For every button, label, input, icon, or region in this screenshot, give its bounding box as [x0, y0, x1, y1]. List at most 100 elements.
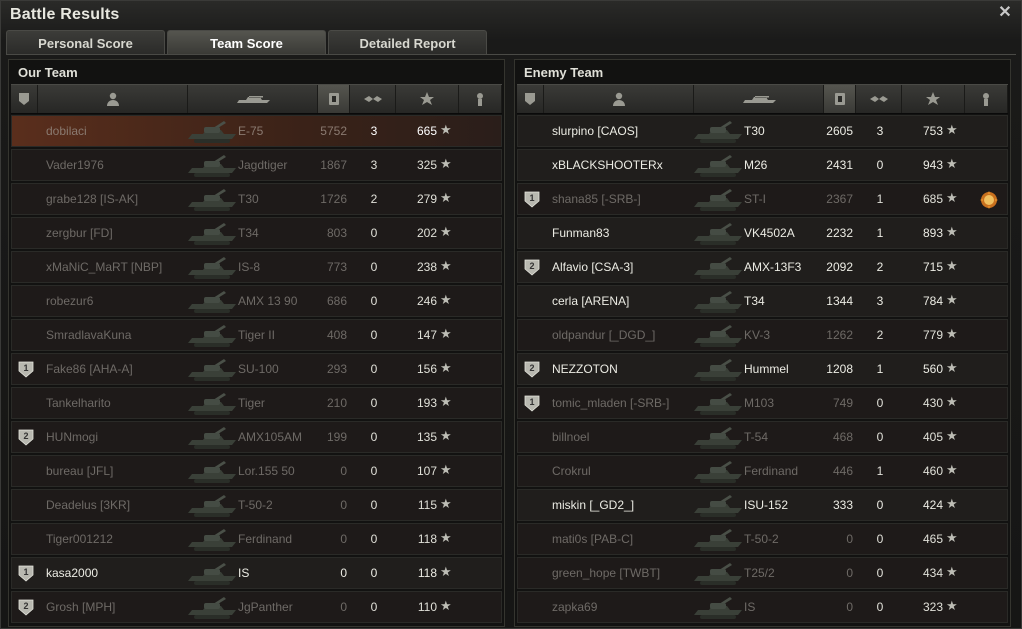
damage-value: 2367: [826, 192, 853, 206]
player-row[interactable]: Tankelharito Tiger 210 0 193 ★: [11, 387, 502, 419]
player-row[interactable]: 1 tomic_mladen [-SRB-] M103 749 0 430 ★: [517, 387, 1008, 419]
kills-value: 0: [370, 328, 378, 342]
badge-column-icon[interactable]: [517, 85, 544, 113]
player-row[interactable]: xMaNiC_MaRT [NBP] IS-8 773 0 238 ★: [11, 251, 502, 283]
tank-name: VK4502A: [744, 226, 795, 240]
medal-column-icon[interactable]: [965, 85, 1008, 113]
kills-value: 0: [876, 532, 884, 546]
player-row[interactable]: cerla [ARENA] T34 1344 3 784 ★: [517, 285, 1008, 317]
kills-value: 0: [370, 600, 378, 614]
star-icon: ★: [440, 326, 452, 341]
kills-value: 0: [876, 600, 884, 614]
player-row[interactable]: robezur6 AMX 13 90 686 0 246 ★: [11, 285, 502, 317]
damage-sort-icon[interactable]: [824, 85, 856, 113]
player-row[interactable]: Crokrul Ferdinand 446 1 460 ★: [517, 455, 1008, 487]
xp-column-icon[interactable]: [902, 85, 965, 113]
tank-name: E-75: [238, 124, 264, 138]
player-row[interactable]: zergbur [FD] T34 803 0 202 ★: [11, 217, 502, 249]
player-row[interactable]: mati0s [PAB-C] T-50-2 0 0 465 ★: [517, 523, 1008, 555]
tank-icon: [690, 151, 746, 179]
player-row[interactable]: 1 shana85 [-SRB-] ST-I 2367 1 685 ★: [517, 183, 1008, 215]
xp-value: 246: [416, 294, 437, 308]
badge-column-icon[interactable]: [11, 85, 38, 113]
damage-value: 1262: [826, 328, 853, 342]
player-row[interactable]: 1 Fake86 [AHA-A] SU-100 293 0 156 ★: [11, 353, 502, 385]
player-row[interactable]: billnoel T-54 468 0 405 ★: [517, 421, 1008, 453]
xp-column-icon[interactable]: [396, 85, 459, 113]
player-row[interactable]: Vader1976 Jagdtiger 1867 3 325 ★: [11, 149, 502, 181]
damage-sort-icon[interactable]: [318, 85, 350, 113]
damage-value: 446: [832, 464, 853, 478]
player-name: kasa2000: [46, 566, 99, 580]
xp-value: 715: [922, 260, 943, 274]
tank-name: JgPanther: [238, 600, 293, 614]
vehicle-column-icon[interactable]: [188, 85, 318, 113]
damage-value: 1726: [320, 192, 347, 206]
player-row[interactable]: bureau [JFL] Lor.155 50 0 0 107 ★: [11, 455, 502, 487]
mastery-badge-icon: 2: [524, 361, 540, 378]
player-name: Fake86 [AHA-A]: [46, 362, 133, 376]
star-icon: ★: [946, 258, 958, 273]
player-row[interactable]: slurpino [CAOS] T30 2605 3 753 ★: [517, 115, 1008, 147]
player-row[interactable]: SmradlavaKuna Tiger II 408 0 147 ★: [11, 319, 502, 351]
player-name: Crokrul: [552, 464, 591, 478]
kills-column-icon[interactable]: [856, 85, 902, 113]
player-row[interactable]: Deadelus [3KR] T-50-2 0 0 115 ★: [11, 489, 502, 521]
player-row[interactable]: green_hope [TWBT] T25/2 0 0 434 ★: [517, 557, 1008, 589]
xp-value: 779: [922, 328, 943, 342]
svg-text:2: 2: [529, 261, 534, 271]
player-name: shana85 [-SRB-]: [552, 192, 641, 206]
player-row[interactable]: Funman83 VK4502A 2232 1 893 ★: [517, 217, 1008, 249]
player-row[interactable]: 1 kasa2000 IS 0 0 118 ★: [11, 557, 502, 589]
tab-personal-score[interactable]: Personal Score: [6, 30, 165, 54]
kills-column-icon[interactable]: [350, 85, 396, 113]
player-row[interactable]: xBLACKSHOOTERx M26 2431 0 943 ★: [517, 149, 1008, 181]
player-row[interactable]: dobilaci E-75 5752 3 665 ★: [11, 115, 502, 147]
tank-icon: [184, 355, 240, 383]
player-name: Grosh [MPH]: [46, 600, 116, 614]
medal-icon[interactable]: [978, 189, 1000, 211]
kills-value: 0: [370, 566, 378, 580]
damage-value: 2092: [826, 260, 853, 274]
player-name: tomic_mladen [-SRB-]: [552, 396, 670, 410]
svg-text:1: 1: [23, 363, 28, 373]
player-row[interactable]: 2 NEZZOTON Hummel 1208 1 560 ★: [517, 353, 1008, 385]
damage-value: 0: [340, 532, 347, 546]
vehicle-column-icon[interactable]: [694, 85, 824, 113]
xp-value: 685: [922, 192, 943, 206]
player-row[interactable]: 2 Alfavio [CSA-3] AMX-13F3 2092 2 715 ★: [517, 251, 1008, 283]
player-row[interactable]: grabe128 [IS-AK] T30 1726 2 279 ★: [11, 183, 502, 215]
player-row[interactable]: miskin [_GD2_] ISU-152 333 0 424 ★: [517, 489, 1008, 521]
player-column-icon[interactable]: [544, 85, 694, 113]
xp-value: 784: [922, 294, 943, 308]
player-row[interactable]: Tiger001212 Ferdinand 0 0 118 ★: [11, 523, 502, 555]
tank-name: ISU-152: [744, 498, 789, 512]
xp-value: 943: [922, 158, 943, 172]
kills-value: 2: [876, 260, 884, 274]
star-icon: ★: [440, 360, 452, 375]
tab-detailed-report[interactable]: Detailed Report: [328, 30, 487, 54]
star-icon: ★: [946, 394, 958, 409]
player-name: zergbur [FD]: [46, 226, 113, 240]
close-icon[interactable]: ✕: [997, 5, 1013, 21]
player-row[interactable]: 2 HUNmogi AMX105AM 199 0 135 ★: [11, 421, 502, 453]
mastery-badge-icon: 1: [524, 191, 540, 208]
player-column-icon[interactable]: [38, 85, 188, 113]
medal-column-icon[interactable]: [459, 85, 502, 113]
tank-icon: [690, 525, 746, 553]
kills-value: 0: [370, 498, 378, 512]
player-row[interactable]: zapka69 IS 0 0 323 ★: [517, 591, 1008, 623]
tab-divider: [6, 54, 1016, 55]
kills-value: 0: [876, 498, 884, 512]
player-row[interactable]: oldpandur [_DGD_] KV-3 1262 2 779 ★: [517, 319, 1008, 351]
tank-icon: [690, 559, 746, 587]
player-row[interactable]: 2 Grosh [MPH] JgPanther 0 0 110 ★: [11, 591, 502, 623]
kills-value: 0: [876, 396, 884, 410]
svg-text:1: 1: [23, 567, 28, 577]
tank-icon: [690, 355, 746, 383]
tab-team-score[interactable]: Team Score: [167, 30, 326, 54]
star-icon: ★: [946, 326, 958, 341]
kills-value: 1: [876, 362, 884, 376]
xp-value: 323: [922, 600, 943, 614]
xp-value: 560: [922, 362, 943, 376]
